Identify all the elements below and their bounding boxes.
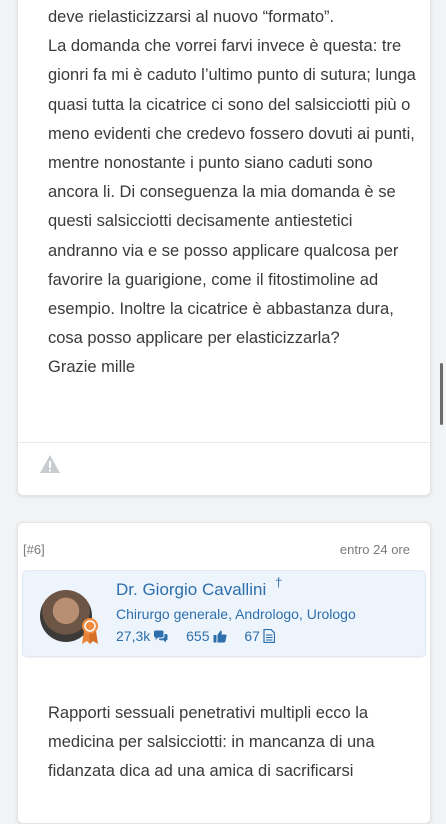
- scrollbar[interactable]: [440, 363, 443, 425]
- specialty-link[interactable]: Urologo: [307, 606, 356, 622]
- articles-count: 67: [244, 628, 260, 644]
- document-icon: [263, 629, 275, 643]
- specialty-link[interactable]: Chirurgo generale: [116, 606, 228, 622]
- articles-stat: 67: [244, 628, 275, 644]
- answers-count: 27,3k: [116, 628, 151, 644]
- award-badge-icon: [80, 617, 100, 645]
- doctor-specialties: Chirurgo generale, Andrologo, Urologo: [116, 606, 356, 622]
- reply-card: [#6] entro 24 ore Dr. Giorgio Cavallini …: [17, 522, 431, 824]
- doctor-mark: †: [275, 575, 283, 590]
- chat-bubbles-icon: [154, 630, 168, 642]
- post-number[interactable]: [#6]: [23, 542, 45, 557]
- post-card: deve rielasticizzarsi al nuovo “formato”…: [17, 0, 431, 496]
- likes-count: 655: [186, 628, 210, 644]
- specialty-link[interactable]: Andrologo: [235, 606, 299, 622]
- doctor-name[interactable]: Dr. Giorgio Cavallini: [116, 580, 266, 600]
- thumbs-up-icon: [213, 630, 227, 642]
- post-line: deve rielasticizzarsi al nuovo “formato”…: [48, 8, 335, 26]
- reply-text: Rapporti sessuali penetrativi multipli e…: [48, 704, 375, 781]
- likes-stat: 655: [186, 628, 227, 644]
- post-body: deve rielasticizzarsi al nuovo “formato”…: [48, 3, 418, 383]
- post-line: La domanda che vorrei farvi invece è que…: [48, 37, 416, 348]
- doctor-box[interactable]: Dr. Giorgio Cavallini † Chirurgo general…: [22, 570, 426, 657]
- doctor-stats: 27,3k 655 67: [116, 628, 289, 644]
- post-line: Grazie mille: [48, 358, 136, 377]
- divider: [18, 442, 430, 443]
- warning-triangle-icon[interactable]: [39, 453, 61, 475]
- answers-stat: 27,3k: [116, 628, 168, 644]
- response-time: entro 24 ore: [339, 542, 410, 557]
